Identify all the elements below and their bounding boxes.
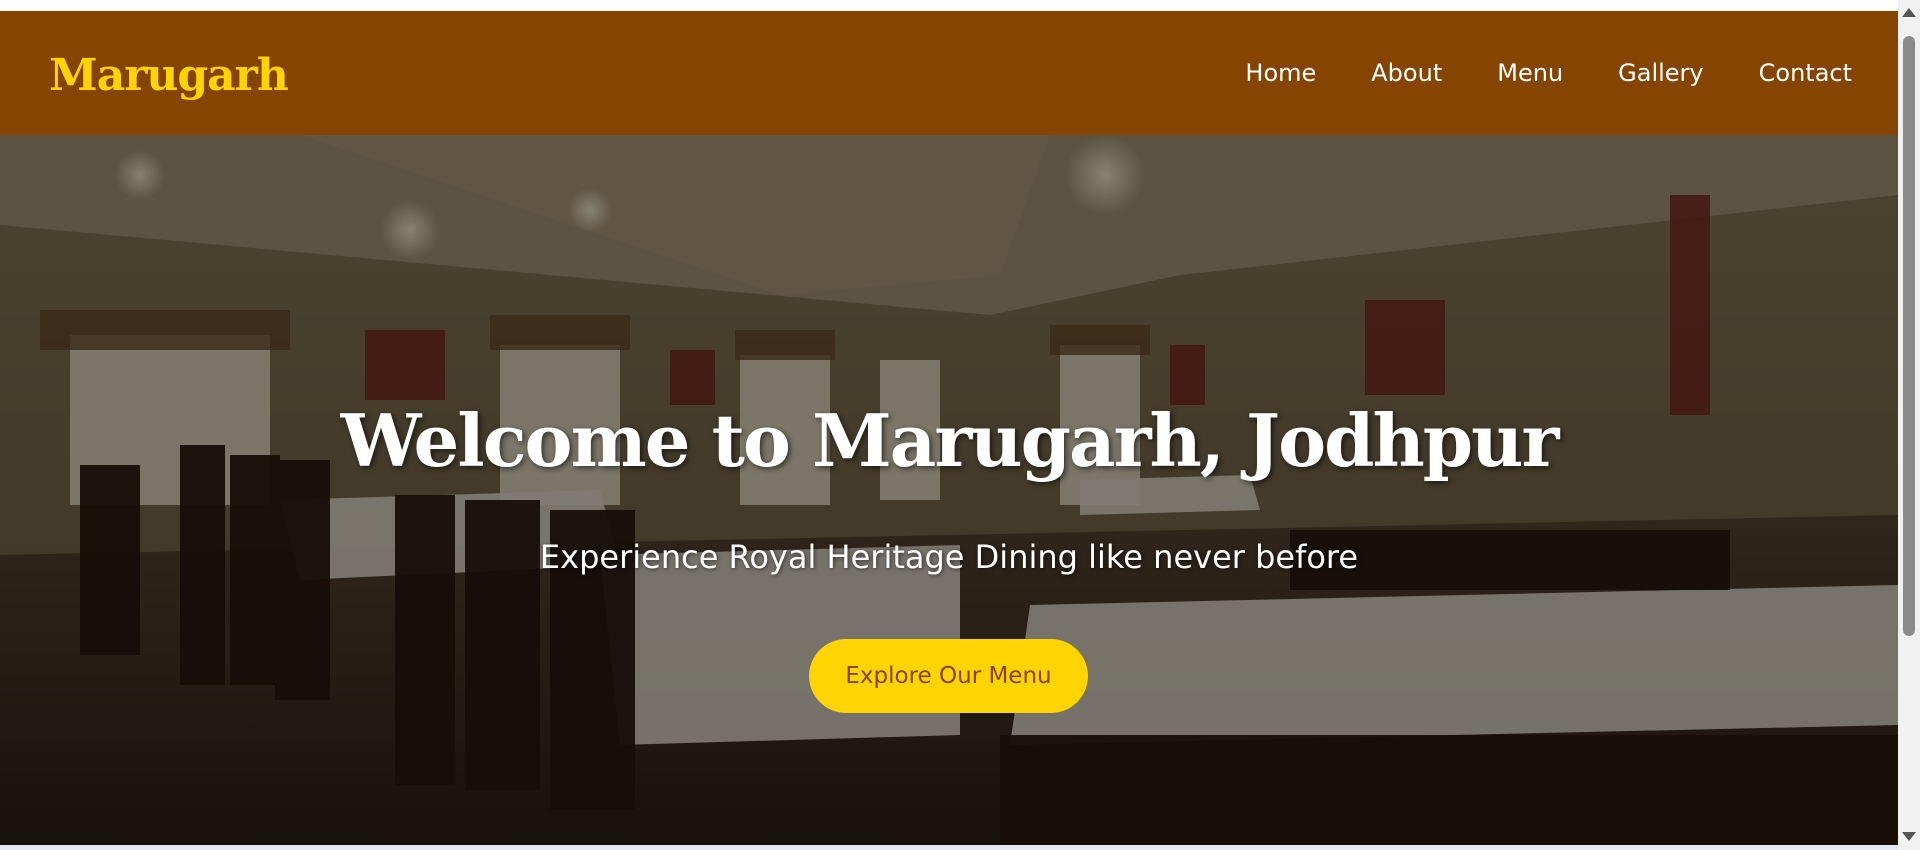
nav-links: Home About Menu Gallery Contact — [1245, 59, 1852, 87]
nav-link-contact[interactable]: Contact — [1759, 59, 1852, 87]
nav-link-menu[interactable]: Menu — [1497, 59, 1563, 87]
hero-title: Welcome to Marugarh, Jodhpur — [340, 398, 1560, 483]
hero-content: Welcome to Marugarh, Jodhpur Experience … — [0, 135, 1898, 845]
brand-logo[interactable]: Marugarh — [49, 50, 289, 101]
scrollbar-thumb[interactable] — [1903, 36, 1915, 636]
hero-section: Welcome to Marugarh, Jodhpur Experience … — [0, 135, 1898, 845]
page: Marugarh Home About Menu Gallery Contact — [0, 0, 1920, 850]
bottom-strip — [0, 845, 1898, 850]
scroll-up-arrow-icon[interactable] — [1902, 8, 1916, 17]
top-strip — [0, 0, 1898, 11]
hero-subtitle: Experience Royal Heritage Dining like ne… — [539, 538, 1359, 576]
navbar: Marugarh Home About Menu Gallery Contact — [0, 11, 1898, 135]
nav-link-gallery[interactable]: Gallery — [1618, 59, 1703, 87]
nav-link-about[interactable]: About — [1371, 59, 1442, 87]
scroll-down-arrow-icon[interactable] — [1902, 832, 1916, 841]
explore-menu-button[interactable]: Explore Our Menu — [809, 639, 1088, 713]
vertical-scrollbar[interactable] — [1898, 0, 1920, 850]
nav-link-home[interactable]: Home — [1245, 59, 1316, 87]
